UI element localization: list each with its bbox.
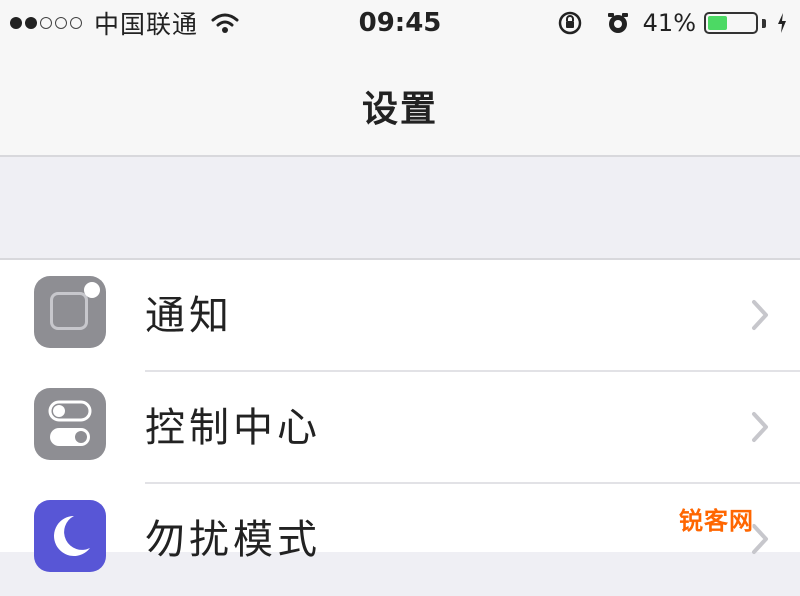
status-bar: 中国联通 09:45 41% <box>0 0 800 50</box>
battery-icon <box>704 12 758 34</box>
section-spacer <box>0 157 800 257</box>
settings-row-label: 控制中心 <box>145 405 321 451</box>
page-title: 设置 <box>361 89 438 130</box>
battery-tip <box>762 18 766 28</box>
navigation-bar: 设置 <box>0 50 800 157</box>
settings-row-control-center[interactable]: 控制中心 <box>0 372 800 484</box>
settings-row-notifications[interactable]: 通知 <box>0 260 800 372</box>
orientation-lock-icon <box>558 11 581 35</box>
chevron-right-icon <box>752 300 768 330</box>
battery-percent: 41% <box>642 9 696 37</box>
do-not-disturb-icon <box>34 500 106 572</box>
notifications-icon-frame <box>50 292 88 330</box>
control-center-icon <box>34 388 106 460</box>
chevron-right-icon <box>752 412 768 442</box>
status-right: 41% <box>557 6 788 40</box>
notifications-icon <box>34 276 106 348</box>
settings-row-label: 勿扰模式 <box>145 517 321 563</box>
watermark: 锐客网 <box>679 507 754 535</box>
settings-row-label: 通知 <box>145 293 233 339</box>
moon-icon <box>54 516 90 556</box>
alarm-icon <box>607 13 628 33</box>
notifications-icon-dot <box>84 282 100 298</box>
charging-bolt-icon <box>778 13 786 33</box>
control-center-toggles-icon <box>48 400 92 446</box>
battery-level <box>708 16 727 30</box>
